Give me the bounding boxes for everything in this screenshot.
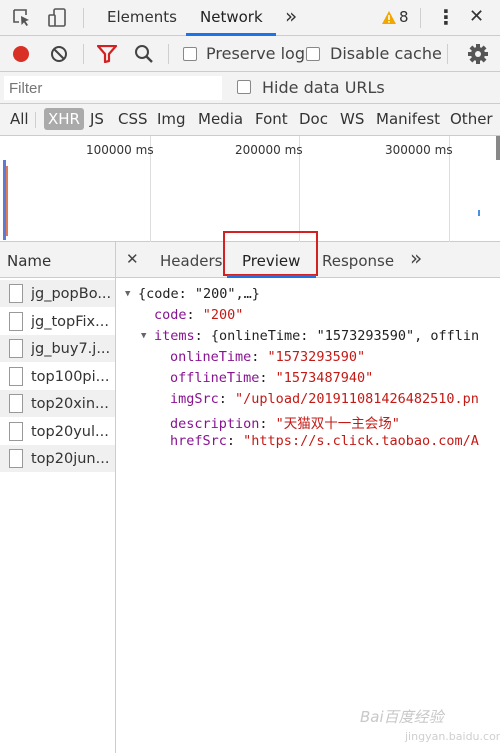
preserve-log-label[interactable]: Preserve log bbox=[206, 44, 305, 63]
type-js[interactable]: JS bbox=[90, 110, 104, 128]
type-css[interactable]: CSS bbox=[118, 110, 148, 128]
tree-item-code: code: "200" bbox=[154, 307, 244, 323]
type-xhr[interactable]: XHR bbox=[44, 108, 84, 130]
filter-bar: Hide data URLs bbox=[0, 72, 500, 104]
hide-data-urls-label[interactable]: Hide data URLs bbox=[262, 78, 385, 97]
filter-icon[interactable] bbox=[97, 45, 117, 63]
type-ws[interactable]: WS bbox=[340, 110, 364, 128]
tree-item-offlinetime: offlineTime: "1573487940" bbox=[170, 370, 374, 386]
devtools-tab-bar: Elements Network » 8 ⋮ ✕ bbox=[0, 0, 500, 36]
request-row[interactable]: top20yul... bbox=[0, 418, 115, 445]
settings-gear-icon[interactable] bbox=[467, 43, 489, 65]
timeline-bars bbox=[6, 166, 8, 236]
resource-type-filter: All XHR JS CSS Img Media Font Doc WS Man… bbox=[0, 104, 500, 136]
type-other[interactable]: Other bbox=[450, 110, 493, 128]
type-all[interactable]: All bbox=[10, 110, 29, 128]
request-name: top20yul... bbox=[31, 423, 109, 440]
tab-response[interactable]: Response bbox=[322, 252, 394, 270]
tab-headers[interactable]: Headers bbox=[160, 252, 222, 270]
request-name: top20jun... bbox=[31, 450, 110, 467]
disable-cache-label[interactable]: Disable cache bbox=[330, 44, 442, 63]
request-row[interactable]: jg_popBo... bbox=[0, 280, 115, 307]
name-column-header[interactable]: Name bbox=[0, 242, 116, 278]
more-tabs-button[interactable]: » bbox=[410, 246, 422, 270]
clear-icon[interactable] bbox=[50, 45, 68, 63]
file-icon bbox=[9, 367, 23, 386]
request-detail-tabs: ✕ Headers Preview Response » bbox=[116, 231, 500, 278]
file-icon bbox=[9, 339, 23, 358]
file-icon bbox=[9, 449, 23, 468]
device-toolbar-icon[interactable] bbox=[47, 7, 69, 29]
inspect-element-icon[interactable] bbox=[12, 8, 32, 28]
request-row[interactable]: top20jun... bbox=[0, 445, 115, 472]
tree-item-onlinetime: onlineTime: "1573293590" bbox=[170, 349, 366, 365]
name-column-label: Name bbox=[7, 252, 52, 270]
filter-input[interactable] bbox=[4, 76, 222, 100]
hide-data-urls-checkbox[interactable] bbox=[237, 80, 251, 94]
warning-icon[interactable] bbox=[381, 10, 397, 25]
request-row[interactable]: jg_topFix... bbox=[0, 308, 115, 335]
network-toolbar: Preserve log Disable cache bbox=[0, 36, 500, 72]
timeline-tick-label: 200000 ms bbox=[235, 143, 303, 157]
request-name: top100pi... bbox=[31, 368, 110, 385]
tree-item-description: description: "天猫双十一主会场" bbox=[170, 416, 400, 432]
tab-elements[interactable]: Elements bbox=[107, 8, 177, 26]
preserve-log-checkbox[interactable] bbox=[183, 47, 197, 61]
tree-item-hrefsrc: hrefSrc: "https://s.click.taobao.com/A bbox=[170, 433, 479, 449]
request-row[interactable]: top20xin... bbox=[0, 390, 115, 417]
file-icon bbox=[9, 394, 23, 413]
tree-item-items[interactable]: items: {onlineTime: "1573293590", offlin bbox=[154, 328, 479, 344]
preview-json-tree: ▼ {code: "200",…} code: "200" ▼ items: {… bbox=[116, 278, 500, 753]
request-name: jg_topFix... bbox=[31, 313, 109, 330]
close-detail-icon[interactable]: ✕ bbox=[126, 250, 139, 268]
request-row[interactable]: top100pi... bbox=[0, 363, 115, 390]
timeline-resize-handle[interactable] bbox=[496, 136, 500, 160]
file-icon bbox=[9, 284, 23, 303]
network-overview-timeline[interactable]: 100000 ms 200000 ms 300000 ms bbox=[0, 136, 500, 242]
tree-item-imgsrc: imgSrc: "/upload/201911081426482510.pn bbox=[170, 391, 479, 407]
tab-preview[interactable]: Preview bbox=[242, 252, 300, 270]
tree-root[interactable]: {code: "200",…} bbox=[138, 286, 260, 302]
customize-menu-icon[interactable]: ⋮ bbox=[436, 5, 456, 29]
disable-cache-checkbox[interactable] bbox=[306, 47, 320, 61]
watermark: Bai百度经验 bbox=[360, 708, 444, 726]
expand-triangle-icon[interactable]: ▼ bbox=[141, 331, 146, 341]
watermark-url: jingyan.baidu.com bbox=[405, 730, 500, 743]
request-name: jg_popBo... bbox=[31, 285, 112, 302]
request-row[interactable]: jg_buy7.j... bbox=[0, 335, 115, 362]
timeline-tick-label: 100000 ms bbox=[86, 143, 154, 157]
file-icon bbox=[9, 422, 23, 441]
type-font[interactable]: Font bbox=[255, 110, 288, 128]
type-media[interactable]: Media bbox=[198, 110, 243, 128]
type-manifest[interactable]: Manifest bbox=[376, 110, 440, 128]
request-name: jg_buy7.j... bbox=[31, 340, 111, 357]
warning-count[interactable]: 8 bbox=[399, 8, 409, 26]
search-icon[interactable] bbox=[134, 44, 154, 64]
type-doc[interactable]: Doc bbox=[299, 110, 328, 128]
tab-network[interactable]: Network bbox=[200, 8, 263, 26]
timeline-marker bbox=[478, 210, 480, 216]
close-devtools-icon[interactable]: ✕ bbox=[469, 6, 484, 27]
request-name: top20xin... bbox=[31, 395, 109, 412]
request-list: jg_popBo... jg_topFix... jg_buy7.j... to… bbox=[0, 278, 116, 753]
file-icon bbox=[9, 312, 23, 331]
type-img[interactable]: Img bbox=[157, 110, 186, 128]
timeline-tick-label: 300000 ms bbox=[385, 143, 453, 157]
expand-triangle-icon[interactable]: ▼ bbox=[125, 289, 130, 299]
record-icon[interactable] bbox=[12, 45, 30, 63]
more-tabs-button[interactable]: » bbox=[285, 4, 297, 28]
